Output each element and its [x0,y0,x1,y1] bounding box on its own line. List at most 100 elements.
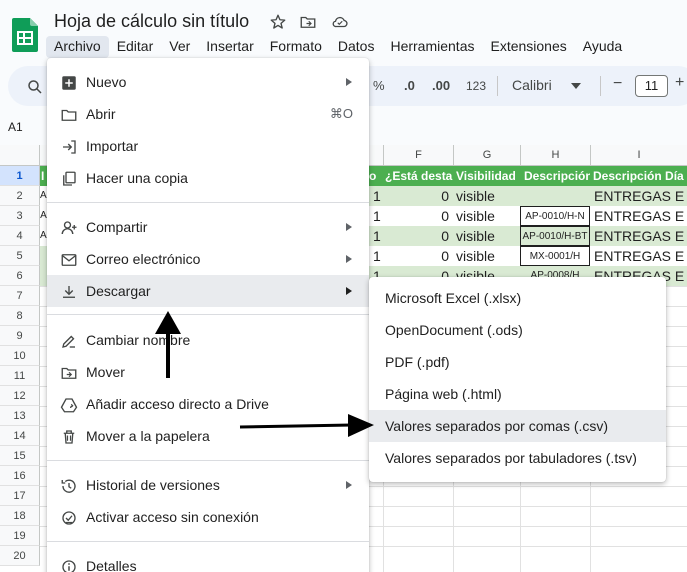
menu-item-papelera[interactable]: Mover a la papelera [47,420,369,452]
cell-g3[interactable]: visible [453,206,520,226]
cell-a3[interactable]: A [40,206,47,226]
download-xlsx[interactable]: Microsoft Excel (.xlsx) [369,282,666,314]
menu-item-hacer-copia[interactable]: Hacer una copia [47,162,369,194]
cell-a1[interactable]: I [40,166,47,186]
column-header-h[interactable]: H [520,145,590,166]
menu-ayuda[interactable]: Ayuda [575,36,630,58]
number-format-button[interactable]: 123 [466,79,486,93]
download-pdf[interactable]: PDF (.pdf) [369,346,666,378]
select-all-corner[interactable] [0,145,40,166]
font-size-input[interactable]: 11 [635,75,668,97]
document-title[interactable]: Hoja de cálculo sin título [54,11,249,32]
cell-a6[interactable] [40,266,47,286]
row-header[interactable]: 10 [0,346,40,366]
column-header-i[interactable]: I [590,145,687,166]
row-header[interactable]: 7 [0,286,40,306]
menu-insertar[interactable]: Insertar [198,36,261,58]
percent-format-button[interactable]: % [373,78,385,93]
row-header[interactable]: 2 [0,186,40,206]
menu-item-detalles[interactable]: Detalles [47,550,369,572]
menu-formato[interactable]: Formato [262,36,330,58]
column-header-g[interactable]: G [453,145,520,166]
cell-h2[interactable] [520,186,590,206]
menu-item-descargar[interactable]: Descargar [47,275,369,307]
menu-item-importar[interactable]: Importar [47,130,369,162]
menu-item-mover[interactable]: Mover [47,356,369,388]
row-header[interactable]: 18 [0,506,40,526]
column-header-f[interactable]: F [383,145,453,166]
cell-e1[interactable]: o [369,166,383,186]
name-box[interactable]: A1 [8,120,23,134]
cell-i4[interactable]: ENTREGAS E [590,226,687,246]
menu-ver[interactable]: Ver [161,36,198,58]
chevron-down-icon[interactable] [571,83,581,89]
menu-item-sin-conexion[interactable]: Activar acceso sin conexión [47,501,369,533]
cell-a5[interactable] [40,246,47,266]
cell-f5[interactable]: 0 [383,246,453,266]
cell-f4[interactable]: 0 [383,226,453,246]
star-icon[interactable] [269,13,287,31]
cell-h1[interactable]: Descripción [520,166,590,186]
row-header[interactable]: 20 [0,546,40,566]
increase-font-size-button[interactable]: + [675,74,684,92]
download-html[interactable]: Página web (.html) [369,378,666,410]
row-header[interactable]: 5 [0,246,40,266]
row-header[interactable]: 17 [0,486,40,506]
menu-herramientas[interactable]: Herramientas [382,36,482,58]
cell-h3[interactable]: AP-0010/H-N [520,206,590,226]
menu-item-abrir[interactable]: Abrir ⌘O [47,98,369,130]
menu-item-acceso-directo[interactable]: Añadir acceso directo a Drive [47,388,369,420]
download-csv[interactable]: Valores separados por comas (.csv) [369,410,666,442]
row-header[interactable]: 9 [0,326,40,346]
cell-g4[interactable]: visible [453,226,520,246]
cell-i1[interactable]: Descripción Día [590,166,687,186]
cell-e3[interactable]: 1 [369,206,383,226]
menu-archivo[interactable]: Archivo [46,36,109,58]
font-family-select[interactable]: Calibri [512,77,552,93]
row-header[interactable]: 8 [0,306,40,326]
menu-item-historial[interactable]: Historial de versiones [47,469,369,501]
cell-i2[interactable]: ENTREGAS E [590,186,687,206]
cell-h5[interactable]: MX-0001/H [520,246,590,266]
cell-a4[interactable]: AF [40,226,47,246]
menu-item-cambiar-nombre[interactable]: Cambiar nombre [47,324,369,356]
cell-g1[interactable]: Visibilidad [453,166,520,186]
row-header[interactable]: 12 [0,386,40,406]
cell-i5[interactable]: ENTREGAS E [590,246,687,266]
decrease-font-size-button[interactable]: − [613,75,622,93]
sheets-logo-icon[interactable] [12,18,38,52]
cell-f1[interactable]: ¿Está desta [383,166,453,186]
cell-e5[interactable]: 1 [369,246,383,266]
cell-i3[interactable]: ENTREGAS E [590,206,687,226]
cloud-saved-icon[interactable] [331,13,349,31]
row-header[interactable]: 3 [0,206,40,226]
search-menus-icon[interactable] [26,78,44,96]
row-header[interactable]: 14 [0,426,40,446]
row-header[interactable]: 16 [0,466,40,486]
menu-item-compartir[interactable]: Compartir [47,211,369,243]
menu-item-correo[interactable]: Correo electrónico [47,243,369,275]
cell-g2[interactable]: visible [453,186,520,206]
cell-f3[interactable]: 0 [383,206,453,226]
download-tsv[interactable]: Valores separados por tabuladores (.tsv) [369,442,666,474]
menu-editar[interactable]: Editar [109,36,162,58]
cell-g5[interactable]: visible [453,246,520,266]
menu-extensiones[interactable]: Extensiones [482,36,574,58]
row-header[interactable]: 1 [0,166,40,186]
row-header[interactable]: 15 [0,446,40,466]
row-header[interactable]: 6 [0,266,40,286]
cell-f2[interactable]: 0 [383,186,453,206]
cell-e4[interactable]: 1 [369,226,383,246]
increase-decimals-button[interactable]: .00 [432,78,450,93]
move-folder-icon[interactable] [299,13,317,31]
cell-h4[interactable]: AP-0010/H-BT [520,226,590,246]
menu-item-nuevo[interactable]: Nuevo [47,66,369,98]
cell-e2[interactable]: 1 [369,186,383,206]
menu-datos[interactable]: Datos [330,36,383,58]
row-header[interactable]: 13 [0,406,40,426]
row-header[interactable]: 19 [0,526,40,546]
download-ods[interactable]: OpenDocument (.ods) [369,314,666,346]
row-header[interactable]: 4 [0,226,40,246]
decrease-decimals-button[interactable]: .0 [404,78,415,93]
row-header[interactable]: 11 [0,366,40,386]
